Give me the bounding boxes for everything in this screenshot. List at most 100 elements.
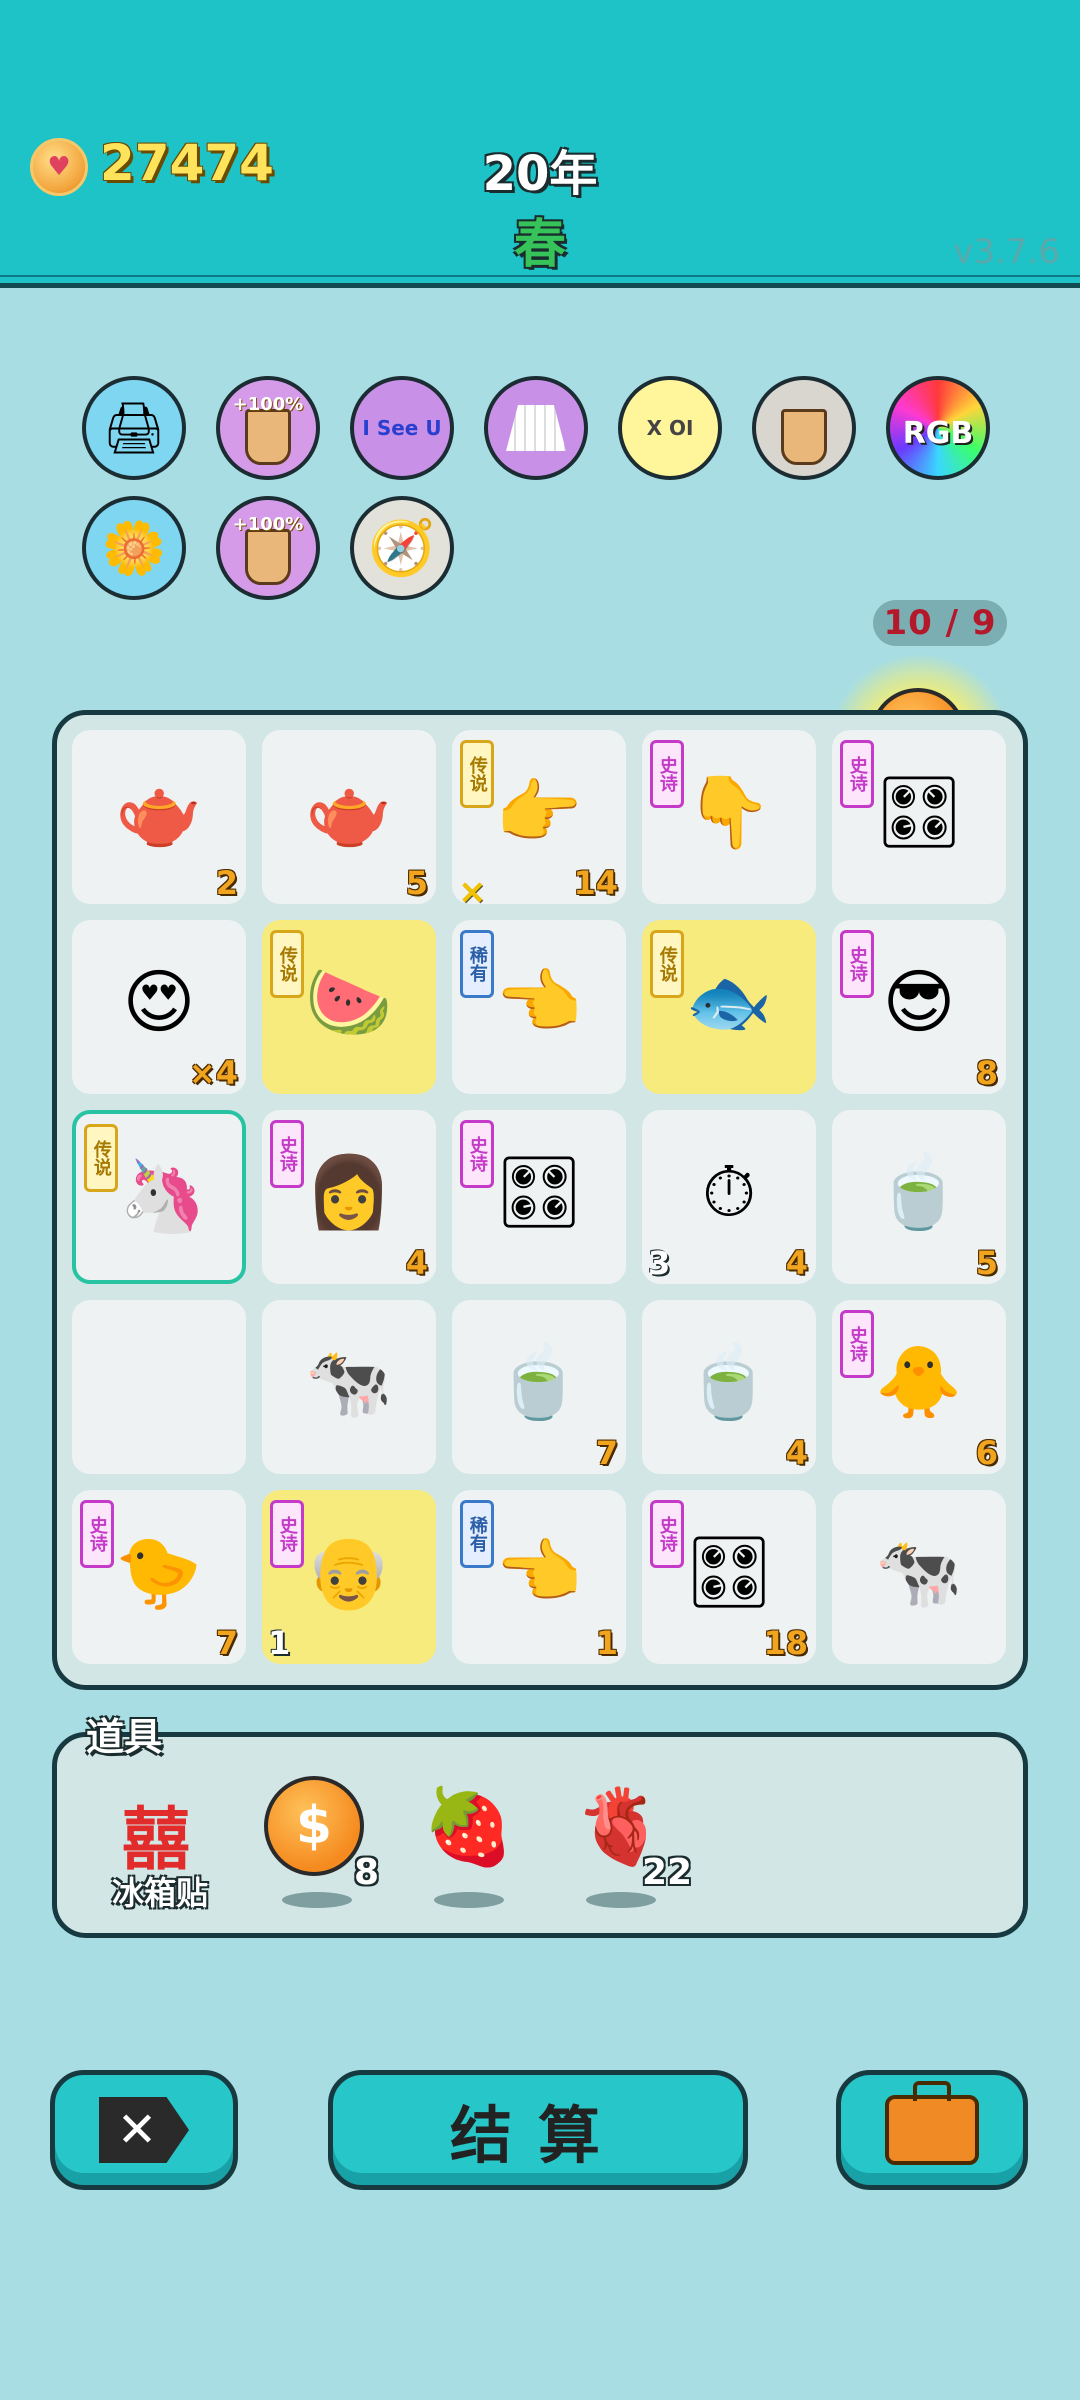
slot-cell[interactable]: 🫖 2 <box>72 730 246 904</box>
slot-cell[interactable]: 👩 史诗 4 <box>262 1110 436 1284</box>
prop-glyph: 🍓 <box>422 1784 515 1870</box>
cup-shape <box>781 409 827 465</box>
item-count: 4 <box>785 1244 808 1282</box>
i-see-u-icon[interactable]: I See U <box>350 376 454 480</box>
spin-counter: 10 / 9 <box>873 600 1007 646</box>
cow-icon: 🐄 <box>875 1531 963 1613</box>
watermelon-icon: 🍉 <box>305 961 393 1043</box>
slot-cell[interactable]: 🎛 史诗 <box>832 730 1006 904</box>
rarity-badge: 史诗 <box>460 1120 494 1188</box>
strawberry-icon[interactable]: 🍓 <box>414 1776 524 1908</box>
unicorn-icon: 🦄 <box>119 1155 207 1237</box>
graphics-card-star-icon: 🎛 <box>684 1531 774 1613</box>
tea-bag-icon: 🫖 <box>115 771 203 853</box>
rarity-badge: 史诗 <box>840 1310 874 1378</box>
slot-cell[interactable]: ⏱ 4 3 <box>642 1110 816 1284</box>
buff-label: +100% <box>232 394 304 415</box>
tea-bowl-icon: 🍵 <box>685 1341 773 1423</box>
item-count: 14 <box>573 864 618 902</box>
item-count: 8 <box>975 1054 998 1092</box>
item-count: 7 <box>215 1624 238 1662</box>
flower-glyph: 🌼 <box>101 518 167 579</box>
compass-glyph: 🧭 <box>368 516 436 579</box>
stopwatch-card-icon: ⏱ <box>701 1151 757 1233</box>
slot-cell[interactable]: 🫖 5 <box>262 730 436 904</box>
brown-hand-icon: 👈 <box>495 961 583 1043</box>
prop-shadow <box>586 1892 656 1908</box>
slot-cell[interactable]: 🍵 5 <box>832 1110 1006 1284</box>
koi-fish-icon: 🐟 <box>685 961 773 1043</box>
slot-cell[interactable]: 🐤 史诗 7 <box>72 1490 246 1664</box>
prop-glyph: $ <box>264 1776 364 1876</box>
rarity-badge: 传说 <box>460 740 494 808</box>
tea-bowl-icon: 🍵 <box>495 1341 583 1423</box>
rarity-badge: 传说 <box>84 1124 118 1192</box>
slot-cell[interactable]: 🎛 史诗 18 <box>642 1490 816 1664</box>
slot-cell[interactable]: 👈 稀有 <box>452 920 626 1094</box>
rarity-badge: 史诗 <box>650 740 684 808</box>
tea-bag-icon: 🫖 <box>305 771 393 853</box>
settle-button[interactable]: 结算 <box>328 2070 748 2190</box>
rarity-badge: 史诗 <box>840 930 874 998</box>
heart-eyes-man-icon: 😍 <box>122 961 196 1043</box>
slot-cell[interactable] <box>72 1300 246 1474</box>
slot-cell[interactable]: 😎 史诗 8 <box>832 920 1006 1094</box>
milk-tea-boost-icon[interactable]: +100% <box>216 496 320 600</box>
rarity-badge: 史诗 <box>840 740 874 808</box>
version-label: v3.7.6 <box>953 232 1060 272</box>
old-man-icon: 👴 <box>305 1531 393 1613</box>
chip-icon[interactable]: X OI <box>618 376 722 480</box>
liver-icon[interactable]: 🫀 22 <box>566 1776 692 1908</box>
slot-cell[interactable]: 😍 ×4 <box>72 920 246 1094</box>
slot-cell[interactable]: 🍉 传说 <box>262 920 436 1094</box>
slot-cell[interactable]: 🐟 传说 <box>642 920 816 1094</box>
buff-label: X OI <box>646 416 694 440</box>
yellow-chick-icon: 🐥 <box>875 1341 963 1423</box>
close-icon: ✕ <box>99 2097 189 2163</box>
fridge-sticker-icon[interactable]: 囍冰箱贴 <box>112 1776 222 1912</box>
rarity-badge: 史诗 <box>650 1500 684 1568</box>
close-button[interactable]: ✕ <box>50 2070 238 2190</box>
milk-tea-boost-icon[interactable]: +100% <box>216 376 320 480</box>
slot-cell[interactable]: 👉 传说 14 × <box>452 730 626 912</box>
printer-warning-icon[interactable]: 🖨 <box>82 376 186 480</box>
item-count: 5 <box>405 864 428 902</box>
rarity-badge: 传说 <box>650 930 684 998</box>
slot-board: 🫖 2 🫖 5 👉 传说 14 × 👇 史诗 🎛 史诗 😍 ×4 🍉 传说 👈 稀有 🐟 传说 😎 史诗 8 🦄 传说 👩 史诗 4 🎛… <box>52 710 1028 1690</box>
coin-icon[interactable]: $8 <box>262 1776 379 1908</box>
cup-shape <box>245 529 291 585</box>
cup-shape <box>245 409 291 465</box>
buff-label: +100% <box>232 514 304 535</box>
item-count: 18 <box>763 1624 808 1662</box>
item-count: 2 <box>215 864 238 902</box>
slot-cell[interactable]: 🐄 <box>262 1300 436 1474</box>
pleated-skirt-icon[interactable] <box>484 376 588 480</box>
mushroom-cup-icon[interactable] <box>752 376 856 480</box>
slot-cell[interactable]: 👇 史诗 <box>642 730 816 904</box>
rarity-badge: 史诗 <box>270 1500 304 1568</box>
item-count: ×4 <box>188 1054 238 1092</box>
prop-count: 8 <box>354 1852 380 1893</box>
slot-cell[interactable]: 🍵 7 <box>452 1300 626 1474</box>
brown-hand-icon: 👈 <box>495 1531 583 1613</box>
chick-sparkle-icon: 🐤 <box>115 1531 203 1613</box>
slot-cell[interactable]: 👴 史诗 1 <box>262 1490 436 1664</box>
backpack-button[interactable] <box>836 2070 1028 2190</box>
rgb-icon[interactable]: RGB <box>886 376 990 480</box>
slot-cell[interactable]: 🦄 传说 <box>72 1110 246 1284</box>
skirt-glyph <box>506 405 566 451</box>
compass-icon[interactable]: 🧭 <box>350 496 454 600</box>
slot-cell[interactable]: 🍵 4 <box>642 1300 816 1474</box>
potted-flower-icon[interactable]: 🌼 <box>82 496 186 600</box>
season-label: 春 <box>513 215 566 275</box>
rarity-badge: 史诗 <box>270 1120 304 1188</box>
item-count: 5 <box>975 1244 998 1282</box>
prop-shadow <box>282 1892 352 1908</box>
item-count: 7 <box>595 1434 618 1472</box>
slot-cell[interactable]: 🎛 史诗 <box>452 1110 626 1284</box>
slot-cell[interactable]: 🐥 史诗 6 <box>832 1300 1006 1474</box>
item-count: 4 <box>785 1434 808 1472</box>
buff-label: I See U <box>362 416 442 440</box>
slot-cell[interactable]: 🐄 <box>832 1490 1006 1664</box>
slot-cell[interactable]: 👈 稀有 1 <box>452 1490 626 1664</box>
